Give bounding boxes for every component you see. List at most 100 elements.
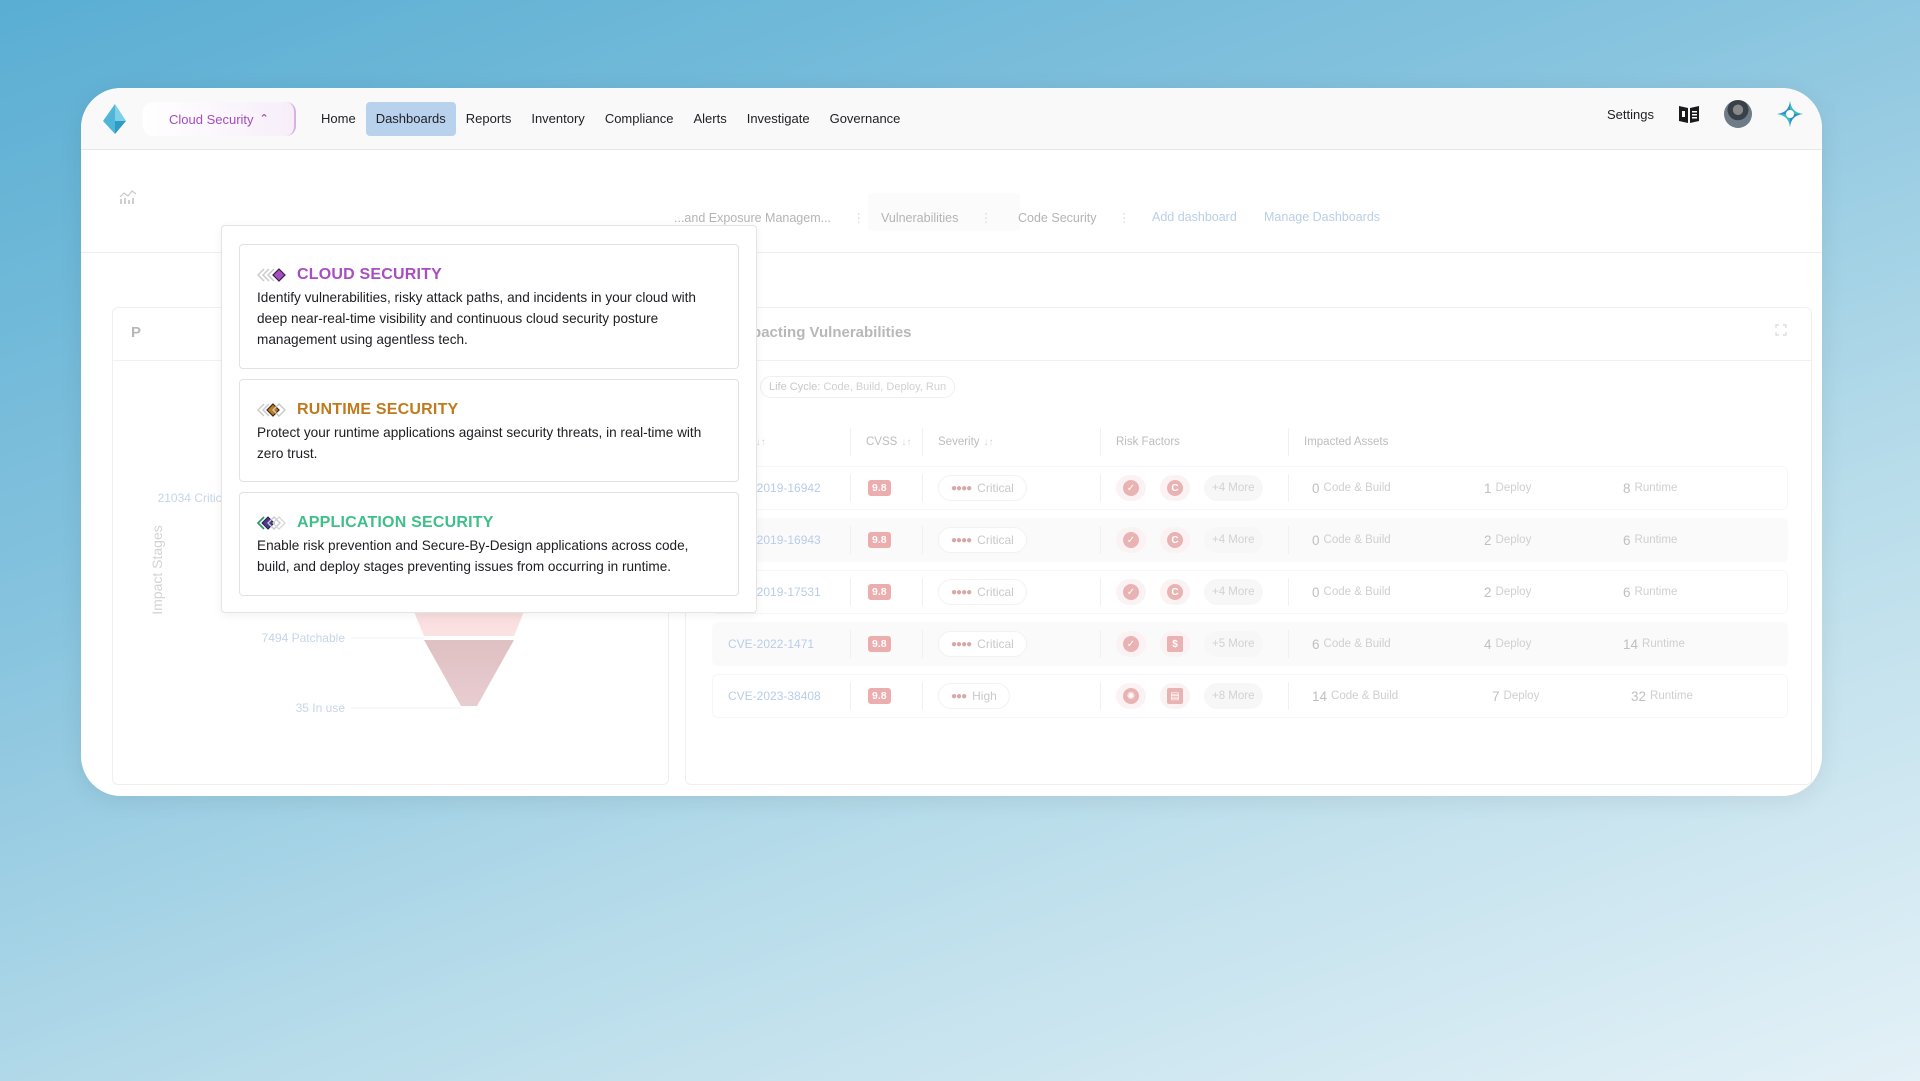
settings-link[interactable]: Settings <box>1607 107 1654 122</box>
cvss-badge: 9.8 <box>868 688 891 704</box>
tab-menu-icon[interactable]: ⋮ <box>980 211 993 225</box>
cvss-badge: 9.8 <box>868 532 891 548</box>
c-icon[interactable]: C <box>1160 475 1190 501</box>
tab-vulnerabilities[interactable]: Vulnerabilities ⋮ <box>881 210 992 225</box>
column-risk-factors: Risk Factors <box>1116 428 1180 456</box>
column-cvss[interactable]: CVSS ↓↑ <box>866 428 911 456</box>
cell-divider <box>850 578 851 606</box>
asset-deploy[interactable]: 7 Deploy <box>1492 674 1539 718</box>
bug-icon[interactable]: ✺ <box>1116 683 1146 709</box>
asset-deploy[interactable]: 4 Deploy <box>1484 622 1531 666</box>
table-row[interactable]: CVE-2019-16942 9.8 ●●●● Critical ✓ C +4 M… <box>712 466 1788 510</box>
money-bag-icon[interactable]: $ <box>1160 631 1190 657</box>
asset-deploy[interactable]: 2 Deploy <box>1484 518 1531 562</box>
asset-runtime[interactable]: 14 Runtime <box>1623 622 1685 666</box>
nav-compliance[interactable]: Compliance <box>595 102 684 136</box>
c-icon[interactable]: C <box>1160 579 1190 605</box>
brand-logo-icon[interactable] <box>99 103 129 135</box>
product-card-runtime-security[interactable]: RUNTIME SECURITY Protect your runtime ap… <box>239 379 739 482</box>
cell-divider <box>850 630 851 658</box>
book-icon[interactable] <box>1678 104 1700 124</box>
user-avatar[interactable] <box>1724 100 1752 128</box>
c-icon[interactable]: C <box>1160 527 1190 553</box>
column-severity[interactable]: Severity ↓↑ <box>938 428 994 456</box>
table-row[interactable]: CVE-2023-38408 9.8 ●●● High ✺ ▤ +8 More 1… <box>712 674 1788 718</box>
card-title: RUNTIME SECURITY <box>297 401 459 418</box>
asset-code-build[interactable]: 14 Code & Build <box>1312 674 1398 718</box>
cell-divider <box>1100 682 1101 710</box>
severity-label: Critical <box>977 585 1014 599</box>
cell-divider <box>1288 630 1289 658</box>
table-row[interactable]: CVE-2019-16943 9.8 ●●●● Critical ✓ C +4 M… <box>712 518 1788 562</box>
severity-dots-icon: ●●●● <box>951 586 972 598</box>
check-icon[interactable]: ✓ <box>1116 631 1146 657</box>
cve-link[interactable]: CVE-2023-38408 <box>728 689 821 703</box>
asset-runtime[interactable]: 32 Runtime <box>1631 674 1693 718</box>
table-row[interactable]: CVE-2019-17531 9.8 ●●●● Critical ✓ C +4 M… <box>712 570 1788 614</box>
more-risk-factors-button[interactable]: +4 More <box>1204 475 1263 501</box>
check-icon[interactable]: ✓ <box>1116 475 1146 501</box>
more-risk-factors-button[interactable]: +4 More <box>1204 527 1263 553</box>
cve-link[interactable]: CVE-2022-1471 <box>728 637 814 651</box>
severity-badge: ●●●● Critical <box>938 579 1027 605</box>
nav-governance[interactable]: Governance <box>820 102 911 136</box>
sort-icon[interactable]: ↓↑ <box>901 437 911 448</box>
funnel-band-patchable[interactable] <box>424 640 514 706</box>
ai-assistant-icon[interactable] <box>1776 100 1804 128</box>
stage-label: 35 In use <box>296 701 346 715</box>
table-row[interactable]: CVE-2022-1471 9.8 ●●●● Critical ✓ $ +5 Mo… <box>712 622 1788 666</box>
asset-runtime[interactable]: 6 Runtime <box>1623 570 1677 614</box>
check-icon[interactable]: ✓ <box>1116 527 1146 553</box>
cvss-badge: 9.8 <box>868 636 891 652</box>
tab-code-security[interactable]: Code Security ⋮ <box>1018 210 1131 225</box>
asset-runtime[interactable]: 8 Runtime <box>1623 466 1677 510</box>
column-label: CVSS <box>866 436 898 448</box>
check-icon[interactable]: ✓ <box>1116 579 1146 605</box>
more-risk-factors-button[interactable]: +4 More <box>1204 579 1263 605</box>
nav-reports[interactable]: Reports <box>456 102 522 136</box>
product-card-application-security[interactable]: APPLICATION SECURITY Enable risk prevent… <box>239 492 739 596</box>
nav-inventory[interactable]: Inventory <box>521 102 594 136</box>
manage-dashboards-link[interactable]: Manage Dashboards <box>1264 210 1380 224</box>
expand-icon[interactable] <box>1775 324 1787 336</box>
nav-alerts[interactable]: Alerts <box>683 102 736 136</box>
asset-label: Runtime <box>1634 482 1678 494</box>
asset-code-build[interactable]: 6 Code & Build <box>1312 622 1391 666</box>
more-risk-factors-button[interactable]: +5 More <box>1204 631 1263 657</box>
asset-label: Code & Build <box>1323 638 1391 650</box>
sort-icon[interactable]: ↓↑ <box>756 437 766 448</box>
asset-code-build[interactable]: 0 Code & Build <box>1312 518 1391 562</box>
more-risk-factors-button[interactable]: +8 More <box>1204 683 1263 709</box>
asset-deploy[interactable]: 2 Deploy <box>1484 570 1531 614</box>
column-label: Impacted Assets <box>1304 436 1389 448</box>
nav-right: Settings <box>1607 100 1804 128</box>
sort-icon[interactable]: ↓↑ <box>984 437 994 448</box>
nav-dashboards[interactable]: Dashboards <box>365 102 456 136</box>
severity-dots-icon: ●●●● <box>951 534 972 546</box>
tab-exposure-management[interactable]: ...and Exposure Managem... ⋮ <box>674 210 865 225</box>
tab-menu-icon[interactable]: ⋮ <box>853 211 866 225</box>
asset-runtime[interactable]: 6 Runtime <box>1623 518 1677 562</box>
product-card-cloud-security[interactable]: CLOUD SECURITY Identify vulnerabilities,… <box>239 244 739 369</box>
asset-deploy[interactable]: 1 Deploy <box>1484 466 1531 510</box>
asset-count: 0 <box>1312 480 1320 496</box>
asset-code-build[interactable]: 0 Code & Build <box>1312 570 1391 614</box>
asset-count: 6 <box>1312 636 1320 652</box>
archive-icon[interactable]: ▤ <box>1160 683 1190 709</box>
asset-label: Runtime <box>1634 586 1678 598</box>
cell-divider <box>1100 526 1101 554</box>
severity-label: Critical <box>977 533 1014 547</box>
filter-key: Life Cycle: <box>768 381 821 393</box>
nav-home[interactable]: Home <box>311 102 366 136</box>
nav-investigate[interactable]: Investigate <box>737 102 820 136</box>
add-dashboard-link[interactable]: Add dashboard <box>1152 210 1237 224</box>
asset-count: 32 <box>1631 688 1647 704</box>
tab-menu-icon[interactable]: ⋮ <box>1118 211 1131 225</box>
asset-label: Runtime <box>1634 534 1678 546</box>
asset-count: 2 <box>1484 584 1492 600</box>
filter-life-cycle[interactable]: Life Cycle: Code, Build, Deploy, Run <box>759 376 956 398</box>
asset-code-build[interactable]: 0 Code & Build <box>1312 466 1391 510</box>
product-switcher[interactable]: Cloud Security ⌃ <box>143 102 296 136</box>
asset-label: Code & Build <box>1323 482 1391 494</box>
dashboard-chart-icon[interactable] <box>119 190 137 204</box>
